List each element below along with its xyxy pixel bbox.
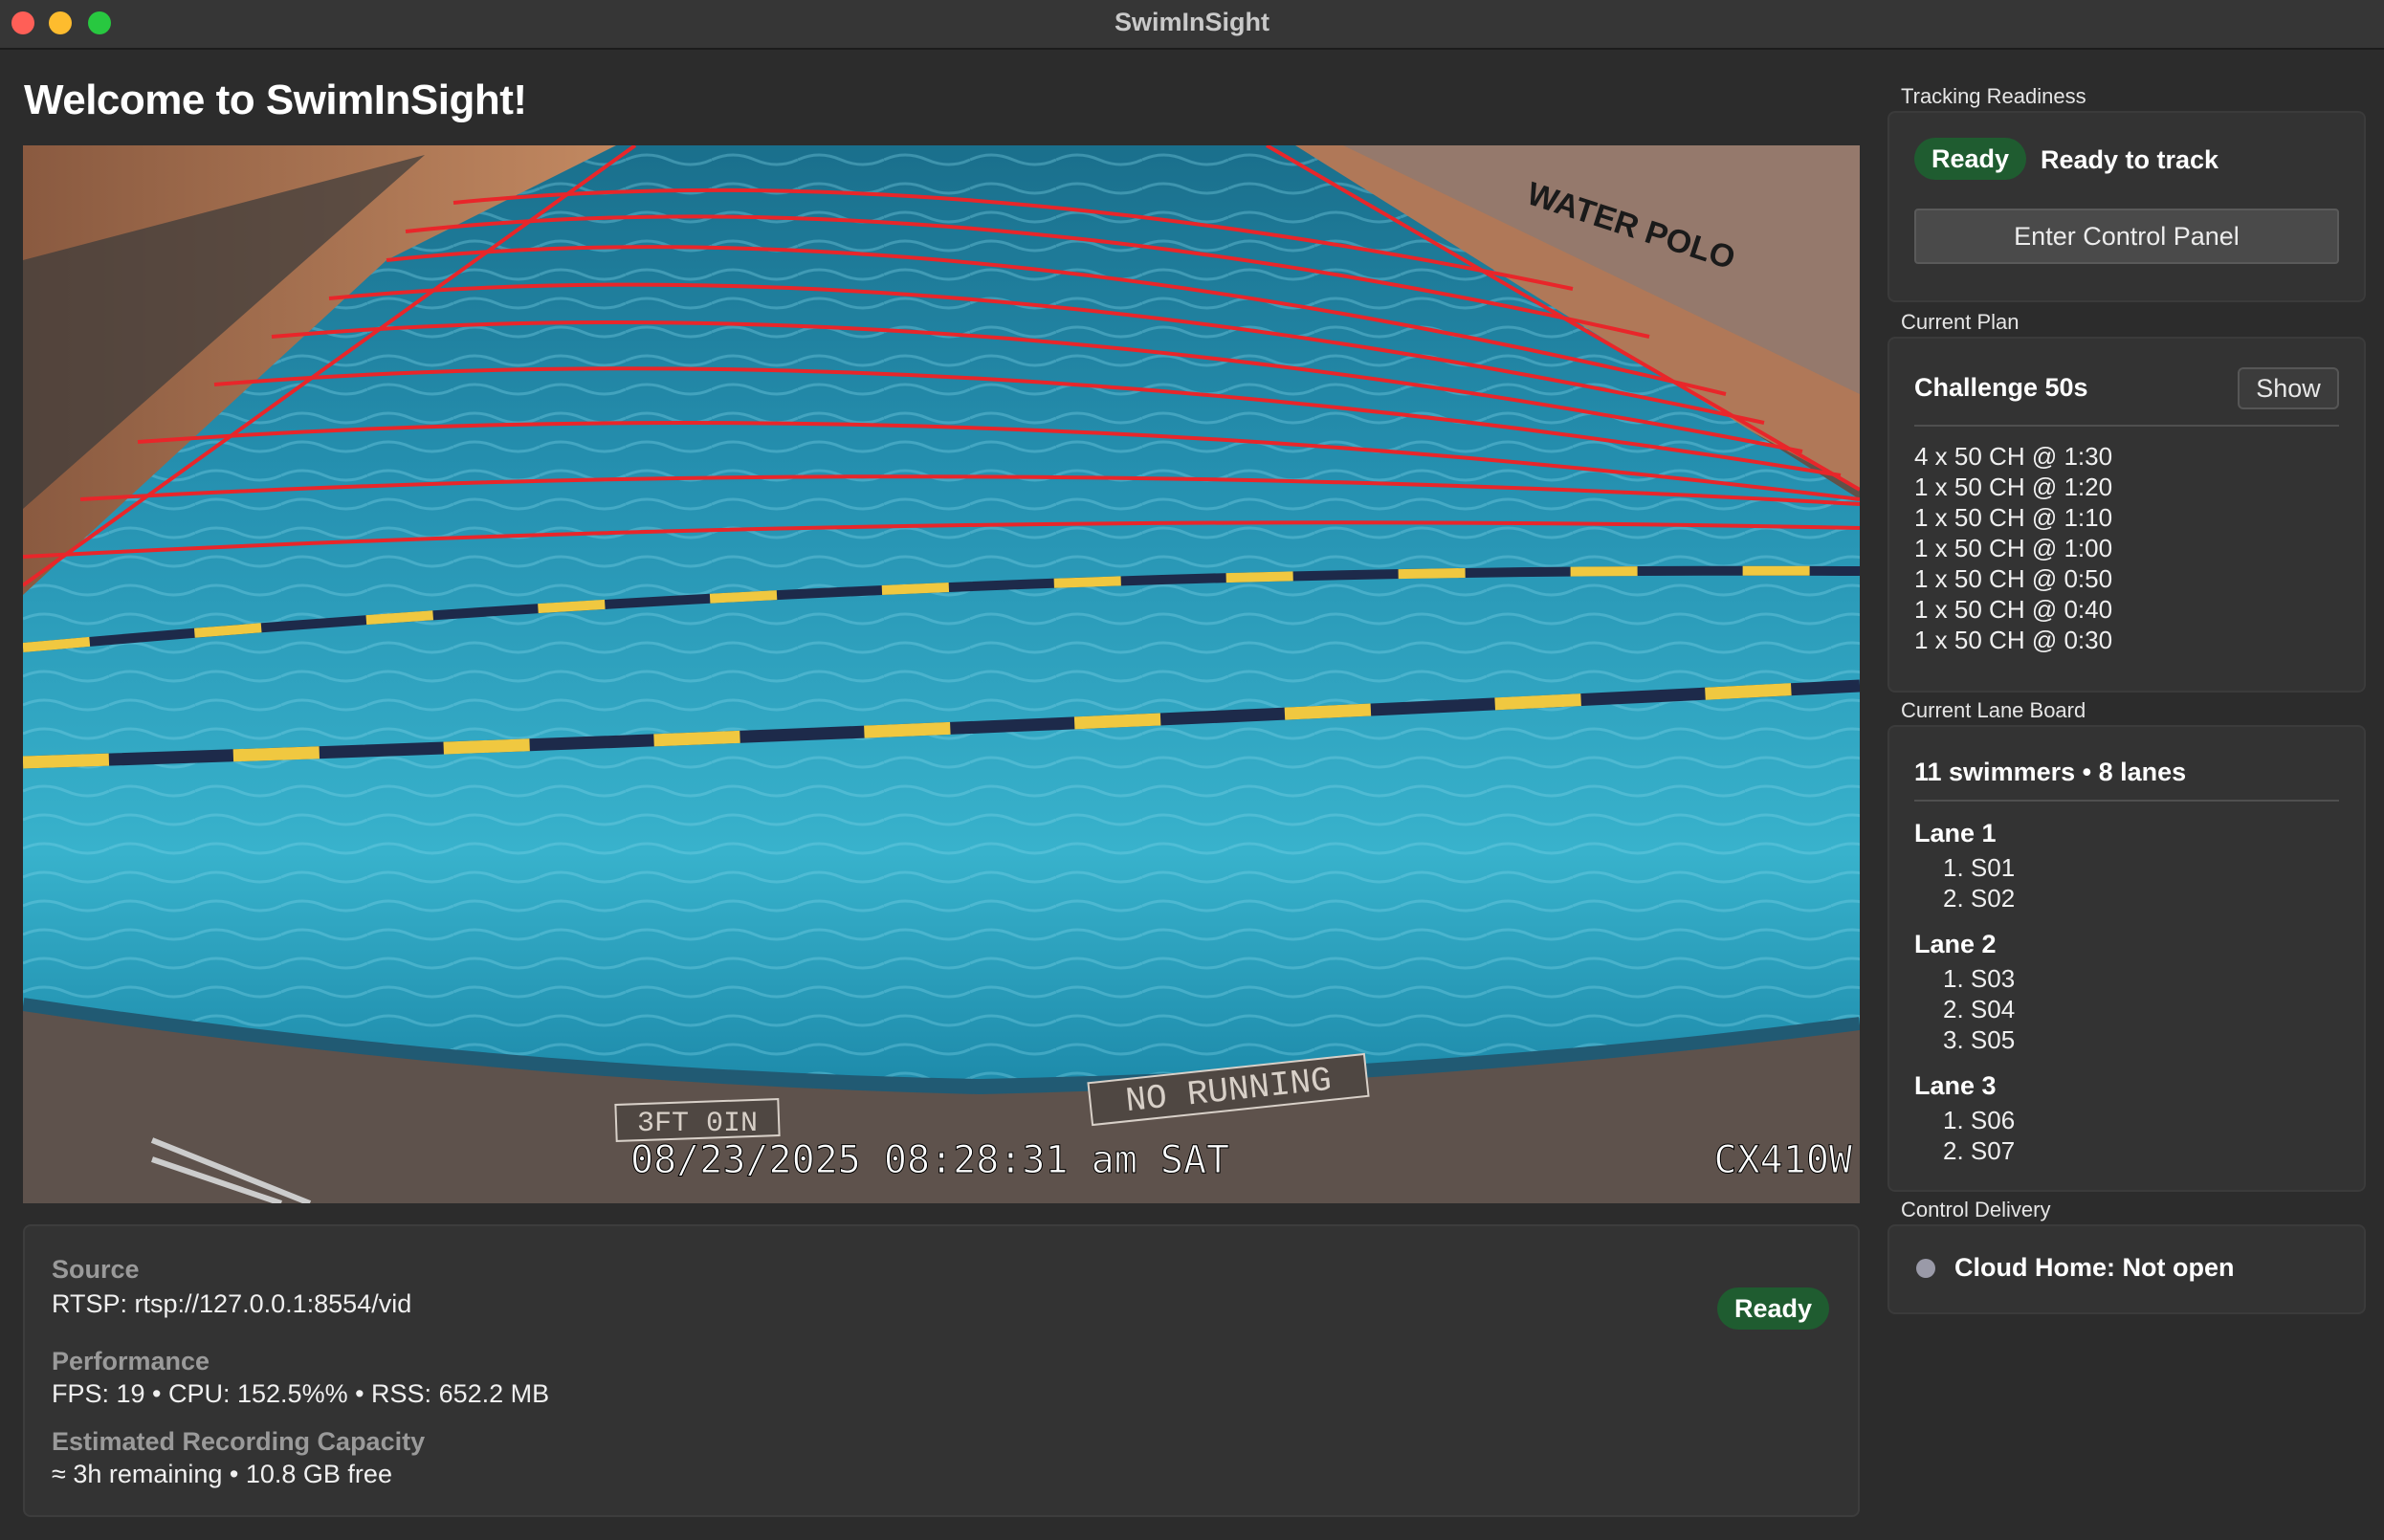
lane-swimmer: 1. S06 [1943,1106,2016,1134]
depth-marking: 3FT 0IN [637,1108,758,1140]
source-info-panel: Source RTSP: rtsp://127.0.0.1:8554/vid R… [23,1224,1860,1517]
app-window: SwimInSight Welcome to SwimInSight! 3FT … [0,0,2384,1540]
camera-feed: 3FT 0IN NO RUNNING WATER POLO 08/23/2025… [23,145,1860,1203]
title-bar: SwimInSight [0,0,2384,50]
tracking-status-badge: Ready [1914,138,2027,180]
tracking-readiness-label: Tracking Readiness [1901,84,2086,108]
current-plan-card: Challenge 50s Show 4 x 50 CH @ 1:30 1 x … [1887,337,2366,693]
plan-divider [1914,425,2339,427]
capacity-value: ≈ 3h remaining • 10.8 GB free [52,1460,392,1488]
lane-board-summary: 11 swimmers • 8 lanes [1914,758,2187,786]
lane-swimmer: 1. S03 [1943,964,2016,993]
plan-item: 1 x 50 CH @ 0:30 [1914,626,2113,654]
plan-item: 1 x 50 CH @ 1:00 [1914,534,2113,562]
plan-item: 4 x 50 CH @ 1:30 [1914,442,2113,471]
source-status-badge: Ready [1716,1287,1829,1330]
lane-board-divider [1914,800,2339,802]
performance-value: FPS: 19 • CPU: 152.5%% • RSS: 652.2 MB [52,1379,550,1408]
current-plan-label: Current Plan [1901,310,2020,334]
lane-swimmer: 2. S02 [1943,884,2016,913]
tracking-readiness-card: Ready Ready to track Enter Control Panel [1887,111,2366,302]
cloud-home-status: Cloud Home: Not open [1954,1253,2235,1282]
connection-status-dot-icon [1916,1259,1935,1278]
window-title: SwimInSight [1115,8,1269,36]
control-delivery-card: Cloud Home: Not open [1887,1224,2366,1314]
performance-label: Performance [52,1347,210,1375]
plan-item: 1 x 50 CH @ 1:20 [1914,473,2113,501]
lane-swimmer: 2. S07 [1943,1136,2016,1165]
show-plan-button[interactable]: Show [2238,367,2339,409]
lane-swimmer: 3. S05 [1943,1025,2016,1054]
lane-swimmer: 2. S04 [1943,995,2016,1023]
source-value: RTSP: rtsp://127.0.0.1:8554/vid [52,1289,412,1318]
lane-title: Lane 1 [1914,819,1997,847]
camera-model-label: CX410W [1714,1138,1853,1182]
page-title: Welcome to SwimInSight! [24,77,527,123]
plan-name: Challenge 50s [1914,373,2088,402]
lane-board-label: Current Lane Board [1901,698,2086,722]
plan-item: 1 x 50 CH @ 1:10 [1914,503,2113,532]
lane-title: Lane 3 [1914,1071,1997,1100]
video-timestamp: 08/23/2025 08:28:31 am SAT [630,1138,1229,1182]
plan-item: 1 x 50 CH @ 0:50 [1914,564,2113,593]
capacity-label: Estimated Recording Capacity [52,1427,426,1456]
enter-control-panel-button[interactable]: Enter Control Panel [1914,209,2339,264]
plan-item: 1 x 50 CH @ 0:40 [1914,595,2113,624]
control-delivery-label: Control Delivery [1901,1198,2051,1221]
source-label: Source [52,1255,140,1284]
lane-title: Lane 2 [1914,930,1997,958]
tracking-status-text: Ready to track [2041,145,2219,174]
lane-board-card: 11 swimmers • 8 lanes Lane 1 1. S01 2. S… [1887,725,2366,1192]
lane-swimmer: 1. S01 [1943,853,2016,882]
